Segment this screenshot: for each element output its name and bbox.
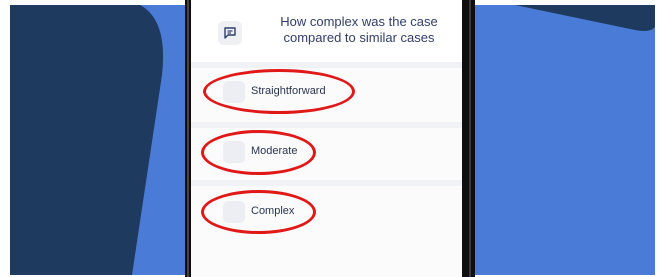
phone-screen: How complex was the case compared to sim… — [191, 0, 462, 277]
phone-bezel-right — [462, 0, 475, 277]
option-checkbox[interactable] — [223, 81, 245, 103]
option-complex[interactable]: Complex — [191, 186, 462, 240]
option-label: Moderate — [251, 145, 298, 157]
option-moderate[interactable]: Moderate — [191, 126, 462, 180]
question-card: How complex was the case compared to sim… — [191, 0, 462, 62]
message-icon — [218, 21, 242, 45]
option-checkbox[interactable] — [223, 141, 245, 163]
option-checkbox[interactable] — [223, 201, 245, 223]
option-label: Complex — [251, 205, 295, 217]
right-background — [475, 5, 655, 275]
option-straightforward[interactable]: Straightforward — [191, 66, 462, 120]
option-label: Straightforward — [251, 85, 326, 97]
left-background-shape — [10, 5, 185, 275]
video-frame: How complex was the case compared to sim… — [0, 0, 660, 277]
question-text: How complex was the case compared to sim… — [280, 14, 438, 45]
left-background — [10, 5, 185, 275]
right-background-shape — [475, 5, 655, 275]
